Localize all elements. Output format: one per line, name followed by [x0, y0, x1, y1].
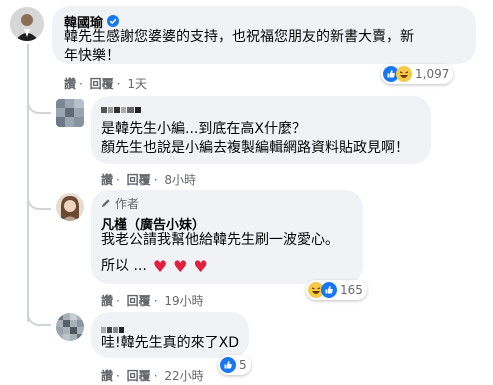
pixelated-avatar-icon	[56, 313, 84, 341]
person-photo-icon	[10, 7, 44, 41]
thread-connector-reply3	[27, 306, 51, 326]
reactions-summary-reply2[interactable]: 165	[306, 280, 367, 300]
thread-connector-reply2	[27, 190, 51, 210]
comment-text-line1: 韓先生感謝您婆婆的支持，也祝福您朋友的新書大賣，新	[64, 29, 414, 45]
reaction-count: 5	[239, 358, 247, 372]
reply-link[interactable]: 回覆	[127, 294, 151, 308]
reply-text-line1: 我老公請我幫他給韓先生刷一波愛心。	[101, 232, 339, 248]
pencil-icon	[101, 197, 111, 211]
avatar-han-kuo-yu[interactable]	[10, 7, 44, 41]
reply-text-line2: 所以 ...	[101, 258, 147, 274]
reply-text-line1: 是韓先生小編...到底在高X什麼？	[101, 121, 306, 137]
timestamp[interactable]: 1天	[127, 77, 147, 91]
haha-reaction-icon	[396, 66, 412, 82]
timestamp[interactable]: 19小時	[164, 294, 203, 308]
like-link[interactable]: 讚	[101, 294, 113, 308]
reply-link[interactable]: 回覆	[127, 173, 151, 187]
reply-bubble-2: 作者 凡槿（廣告小妹） 我老公請我幫他給韓先生刷一波愛心。 所以 ... ♥ ♥…	[91, 190, 363, 284]
censored-name-icon	[101, 107, 141, 113]
like-link[interactable]: 讚	[64, 77, 76, 91]
pixelated-author-name	[101, 105, 145, 115]
like-link[interactable]: 讚	[101, 369, 113, 383]
heart-icon: ♥	[152, 257, 168, 276]
reactions-summary-reply3[interactable]: 5	[218, 355, 251, 375]
heart-icon: ♥	[193, 257, 208, 276]
reply-link[interactable]: 回覆	[90, 77, 114, 91]
comment-text-line2: 年快樂！	[64, 48, 120, 64]
reply-bubble-1: 是韓先生小編...到底在高X什麼？ 顏先生也說是小編去複製編輯網路資料貼政見啊！	[91, 96, 431, 164]
avatar-reply3[interactable]	[56, 313, 84, 341]
person-photo-icon	[56, 193, 84, 221]
heart-icon: ♥	[173, 257, 188, 276]
reaction-count: 1,097	[415, 67, 450, 81]
timestamp[interactable]: 8小時	[164, 173, 196, 187]
like-link[interactable]: 讚	[101, 173, 113, 187]
timestamp[interactable]: 22小時	[164, 369, 203, 383]
author-badge: 作者	[115, 197, 140, 211]
thread-connector-reply1	[27, 94, 51, 114]
thread-line-main	[27, 44, 29, 322]
reactions-summary-comment1[interactable]: 1,097	[381, 64, 454, 84]
like-reaction-icon	[321, 282, 337, 298]
reply-link[interactable]: 回覆	[127, 369, 151, 383]
avatar-author-fan-jin[interactable]	[56, 193, 84, 221]
avatar-reply1[interactable]	[56, 99, 84, 127]
reply-bubble-3: 哇!韓先生真的來了XD	[91, 312, 249, 358]
like-reaction-icon	[220, 357, 236, 373]
comment-bubble-han: 韓國瑜 韓先生感謝您婆婆的支持，也祝福您朋友的新書大賣，新 年快樂！	[52, 6, 476, 64]
pixelated-avatar-icon	[56, 99, 84, 127]
reply-text-line2: 顏先生也說是小編去複製編輯網路資料貼政見啊！	[101, 140, 409, 156]
reaction-count: 165	[340, 283, 363, 297]
reply-text: 哇!韓先生真的來了XD	[101, 335, 239, 351]
